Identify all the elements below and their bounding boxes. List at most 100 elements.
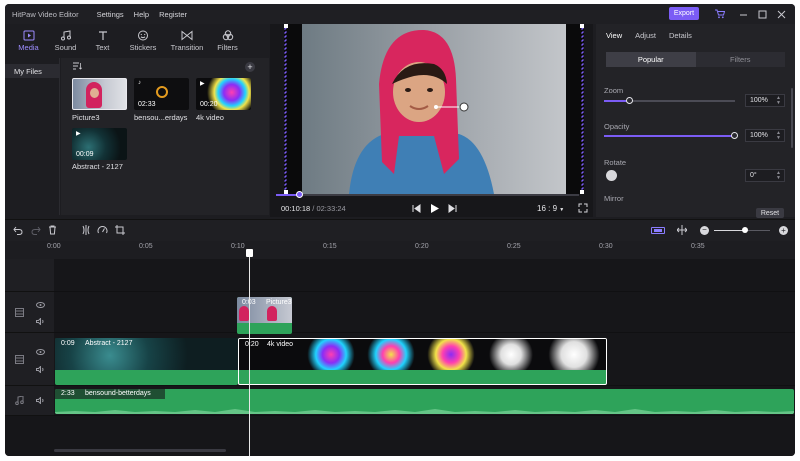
- menu-help[interactable]: Help: [134, 10, 149, 19]
- tab-details[interactable]: Details: [669, 31, 692, 40]
- opacity-slider[interactable]: [604, 132, 738, 139]
- clip-picture3[interactable]: 0:03 Picture3: [237, 297, 292, 334]
- playhead-line[interactable]: [249, 251, 250, 456]
- tab-adjust[interactable]: Adjust: [635, 31, 656, 40]
- export-button[interactable]: Export: [669, 7, 699, 20]
- eye-icon[interactable]: [36, 348, 45, 357]
- track-video[interactable]: 0:09 Abstract - 2127 0:20 4k video: [54, 333, 795, 386]
- redo-icon[interactable]: [31, 226, 41, 237]
- timeline-zoom-slider[interactable]: [714, 227, 770, 233]
- clip-4k-video[interactable]: 0:20 4k video: [238, 338, 607, 385]
- stepper-icon[interactable]: ▲ ▼: [776, 171, 781, 181]
- track-toggle-icon[interactable]: [651, 227, 665, 234]
- total-time: 02:33:24: [316, 204, 346, 213]
- library-item-abstract[interactable]: ▶ 00:09: [72, 128, 127, 160]
- sort-icon[interactable]: [72, 62, 82, 72]
- volume-icon[interactable]: [36, 317, 45, 327]
- aspect-ratio-select[interactable]: 16 : 9 ▼: [537, 204, 564, 213]
- preview-controls: 00:10:18 / 02:33:24 16 : 9 ▼: [270, 202, 593, 216]
- track-header-empty: [5, 259, 54, 292]
- crop-icon[interactable]: [115, 225, 125, 237]
- delete-icon[interactable]: [48, 225, 57, 237]
- undo-icon[interactable]: [13, 226, 23, 237]
- segment-popular[interactable]: Popular: [606, 52, 696, 67]
- library-item-audio[interactable]: ♪ 02:33: [134, 78, 189, 110]
- timecode: 00:10:18 / 02:33:24: [281, 204, 346, 213]
- item-duration: 02:33: [138, 101, 156, 108]
- timeline-scrollbar[interactable]: [54, 449, 226, 452]
- volume-icon[interactable]: [36, 396, 45, 406]
- previous-frame-icon[interactable]: [412, 204, 421, 215]
- nav-my-files[interactable]: My Files: [5, 64, 60, 78]
- opacity-slider-fill: [604, 135, 735, 137]
- rotate-dial[interactable]: [606, 170, 617, 181]
- tab-stickers[interactable]: Stickers: [122, 24, 164, 58]
- library-item-label: bensou...erdays: [134, 113, 188, 122]
- zoom-in-icon[interactable]: +: [779, 226, 788, 235]
- tab-filters[interactable]: Filters: [210, 24, 245, 58]
- tick-label: 0:00: [47, 243, 61, 250]
- opacity-slider-handle[interactable]: [731, 132, 738, 139]
- music-note-icon: [60, 30, 71, 41]
- zoom-slider[interactable]: [604, 97, 735, 104]
- tab-text[interactable]: Text: [85, 24, 120, 58]
- snap-icon[interactable]: [676, 225, 688, 237]
- opacity-field[interactable]: 100% ▲ ▼: [745, 129, 785, 142]
- fullscreen-icon[interactable]: [578, 203, 588, 215]
- timeline-toolbar: − +: [5, 219, 795, 241]
- properties-scrollbar[interactable]: [791, 88, 793, 148]
- eye-icon[interactable]: [36, 301, 45, 310]
- track-empty[interactable]: [54, 259, 795, 292]
- add-media-icon[interactable]: +: [245, 62, 255, 72]
- clip-duration: 0:09: [61, 340, 75, 347]
- tick-label: 0:30: [599, 243, 613, 250]
- scrubber-handle[interactable]: [296, 191, 304, 198]
- playhead-handle[interactable]: [246, 249, 253, 257]
- media-library: + Picture3 ♪ 02:33 bensou...erdays ▶ 00:…: [61, 58, 269, 215]
- tab-sound[interactable]: Sound: [48, 24, 83, 58]
- chevron-down-icon: ▼: [559, 207, 565, 213]
- preview-scrubber[interactable]: [276, 191, 579, 198]
- tab-transition[interactable]: Transition: [166, 24, 208, 58]
- music-note-icon: ♪: [138, 80, 141, 86]
- preset-segmented-control: Popular Filters: [606, 52, 785, 67]
- speed-icon[interactable]: [97, 225, 108, 237]
- timeline-zoom-handle[interactable]: [742, 227, 748, 233]
- play-icon[interactable]: [430, 203, 440, 216]
- minimize-icon[interactable]: [737, 8, 749, 20]
- library-item-4k-video[interactable]: ▶ 00:20: [196, 78, 251, 110]
- zoom-label: Zoom: [604, 86, 624, 95]
- opacity-value: 100%: [750, 132, 768, 139]
- cart-icon[interactable]: [713, 8, 725, 20]
- library-item-picture3[interactable]: [72, 78, 127, 110]
- volume-icon[interactable]: [36, 365, 45, 375]
- zoom-slider-handle[interactable]: [626, 97, 634, 104]
- menu-settings[interactable]: Settings: [97, 10, 124, 19]
- opacity-label: Opacity: [604, 122, 630, 131]
- media-icon: [23, 30, 34, 41]
- timeline-ruler[interactable]: 0:00 0:05 0:10 0:15 0:20 0:25 0:30 0:35: [5, 241, 795, 259]
- rotate-field[interactable]: 0° ▲ ▼: [745, 169, 785, 182]
- clip-audio-bensound[interactable]: 2:33 bensound-betterdays: [55, 389, 794, 414]
- tab-sound-label: Sound: [54, 43, 77, 52]
- stepper-icon[interactable]: ▲ ▼: [776, 96, 781, 106]
- tab-media[interactable]: Media: [11, 24, 46, 58]
- menu-register[interactable]: Register: [159, 10, 187, 19]
- reset-button[interactable]: Reset: [756, 208, 784, 218]
- segment-filters[interactable]: Filters: [696, 52, 786, 67]
- filters-icon: [222, 30, 233, 41]
- zoom-field[interactable]: 100% ▲ ▼: [745, 94, 785, 107]
- next-frame-icon[interactable]: [448, 204, 457, 215]
- stepper-icon[interactable]: ▲ ▼: [776, 131, 781, 141]
- track-picture[interactable]: 0:03 Picture3: [54, 292, 795, 334]
- zoom-out-icon[interactable]: −: [700, 226, 709, 235]
- track-audio[interactable]: 2:33 bensound-betterdays: [54, 386, 795, 416]
- maximize-icon[interactable]: [756, 8, 768, 20]
- close-icon[interactable]: [775, 8, 787, 20]
- film-icon: [15, 308, 24, 319]
- tick-label: 0:35: [691, 243, 705, 250]
- clip-abstract[interactable]: 0:09 Abstract - 2127: [55, 338, 238, 385]
- tick-label: 0:20: [415, 243, 429, 250]
- split-icon[interactable]: [81, 225, 91, 237]
- tab-view[interactable]: View: [606, 31, 622, 40]
